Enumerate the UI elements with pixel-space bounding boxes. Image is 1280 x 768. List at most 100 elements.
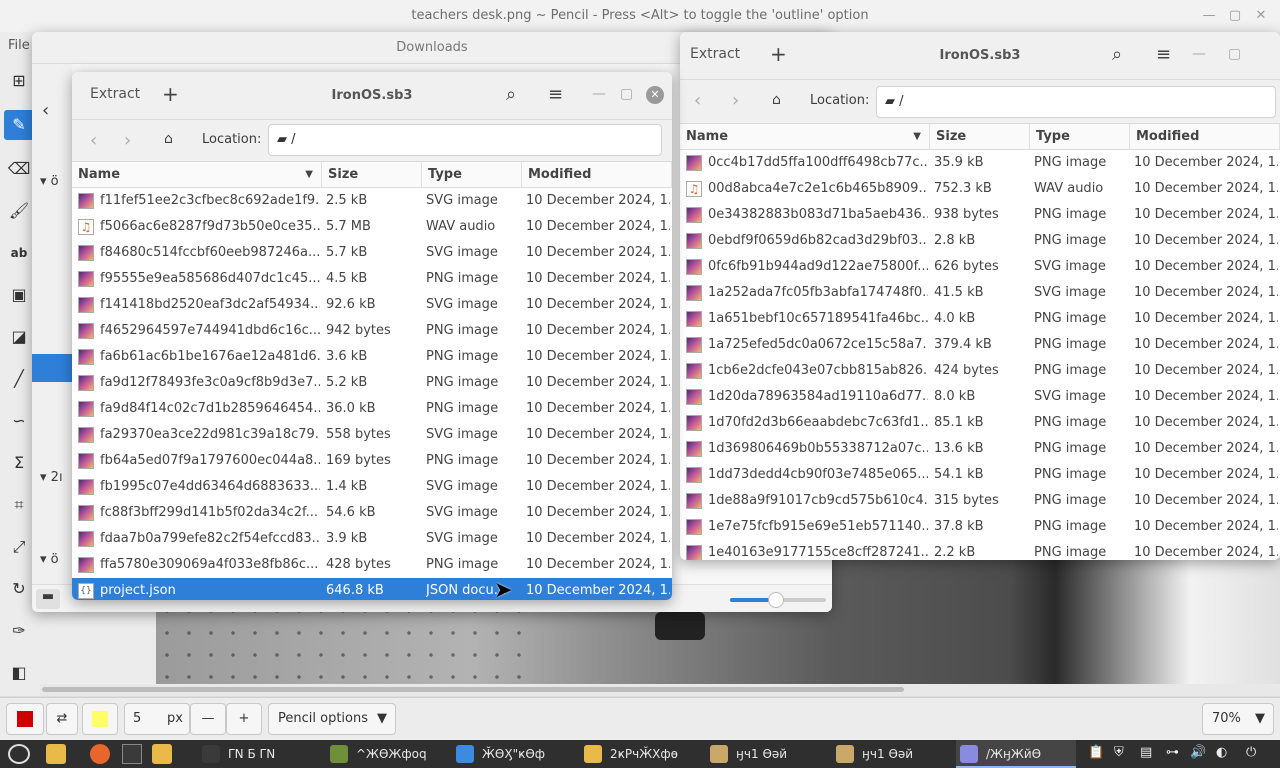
scrollbar-thumb[interactable] <box>42 687 904 692</box>
table-row[interactable]: 1d369806469b0b55338712a07c... 13.6 kB PNG … <box>680 436 1280 462</box>
firefox-launcher-icon[interactable] <box>90 744 110 764</box>
close-icon[interactable]: ✕ <box>1248 0 1274 32</box>
shield-icon[interactable]: ⛨ <box>1114 745 1124 760</box>
maximize-icon[interactable]: ▢ <box>620 86 633 102</box>
column-size[interactable]: Size <box>930 124 1030 150</box>
table-row[interactable]: fc88f3bff299d141b5f02da34c2f... 54.6 kB SV… <box>72 500 672 526</box>
table-row[interactable]: 1a725efed5dc0a0672ce15c58a7... 379.4 kB PN… <box>680 332 1280 358</box>
notification-icon[interactable]: ◐ <box>1216 745 1227 760</box>
zoom-slider[interactable] <box>730 592 826 608</box>
table-row[interactable]: 0fc6fb91b944ad9d122ae75800f... 626 bytes S… <box>680 254 1280 280</box>
table-row[interactable]: fa9d84f14c02c7d1b2859646454... 36.0 kB PNG… <box>72 396 672 422</box>
folder-view-icon[interactable]: ▬ <box>36 589 60 609</box>
taskbar-window-button[interactable]: ^ЖӨЖфoq <box>326 740 444 768</box>
terminal-launcher-icon[interactable] <box>122 744 142 764</box>
sidebar-group-2[interactable]: ▾ 2ı <box>40 470 63 485</box>
network-icon[interactable]: ⊶ <box>1166 745 1179 760</box>
table-row[interactable]: f141418bd2520eaf3dc2af54934... 92.6 kB SVG… <box>72 292 672 318</box>
rotate-tool-icon[interactable]: ↻ <box>4 574 34 604</box>
start-menu-icon[interactable] <box>8 744 30 764</box>
volume-icon[interactable]: 🔊 <box>1190 745 1206 760</box>
maximize-icon[interactable]: ▢ <box>1228 46 1241 62</box>
column-type[interactable]: Type <box>422 162 522 188</box>
minimize-icon[interactable]: — <box>1196 0 1222 32</box>
table-row[interactable]: fa9d12f78493fe3c0a9cf8b9d3e7... 5.2 kB PNG… <box>72 370 672 396</box>
table-row[interactable]: fb1995c07e4dd63464d6883633... 1.4 kB SVG i… <box>72 474 672 500</box>
secondary-color-button[interactable] <box>82 703 118 735</box>
minimize-icon[interactable]: — <box>1192 46 1206 62</box>
files-launcher-icon[interactable] <box>46 744 66 764</box>
zoom-slider-knob[interactable] <box>768 592 784 608</box>
horizontal-scrollbar[interactable] <box>40 684 1280 696</box>
table-row[interactable]: 0cc4b17dd5ffa100dff6498cb77c... 35.9 kB PN… <box>680 150 1280 176</box>
close-icon[interactable]: ✕ <box>646 86 664 104</box>
forward-icon[interactable]: › <box>732 90 739 111</box>
maximize-icon[interactable]: ▢ <box>1222 0 1248 32</box>
table-row[interactable]: f4652964597e744941dbd6c16c... 942 bytes PN… <box>72 318 672 344</box>
sidebar-group-3[interactable]: ▾ ö <box>40 552 59 567</box>
table-row[interactable]: ♫ f5066ac6e8287f9d73b50e0ce35... 5.7 MB WAV… <box>72 214 672 240</box>
column-name[interactable]: Name ▼ <box>72 162 322 188</box>
filters-tool-icon[interactable]: ◧ <box>4 658 34 688</box>
table-row[interactable]: 1a252ada7fc05fb3abfa174748f0... 41.5 kB SV… <box>680 280 1280 306</box>
menu-icon[interactable]: ≡ <box>548 84 563 105</box>
table-row[interactable]: fa29370ea3ce22d981c39a18c79... 558 bytes S… <box>72 422 672 448</box>
column-modified[interactable]: Modified <box>1130 124 1280 150</box>
table-row[interactable]: f95555e9ea585686d407dc1c45... 4.5 kB PNG i… <box>72 266 672 292</box>
sidebar-item-downloads[interactable] <box>32 354 72 382</box>
taskbar-window-button[interactable]: ΓΝ Б ΓΝ <box>198 740 316 768</box>
table-row[interactable]: 1dd73dedd4cb90f03e7485e065... 54.1 kB PNG … <box>680 462 1280 488</box>
column-type[interactable]: Type <box>1030 124 1130 150</box>
table-row[interactable]: 0e34382883b083d71ba5aeb436... 938 bytes PN… <box>680 202 1280 228</box>
location-input[interactable]: ▰ / <box>876 86 1276 118</box>
column-modified[interactable]: Modified <box>522 162 672 188</box>
home-icon[interactable]: ⌂ <box>772 92 781 108</box>
minimize-icon[interactable]: — <box>592 86 606 102</box>
line-tool-icon[interactable]: ╱ <box>4 364 34 394</box>
table-row[interactable]: ffa5780e309069a4f033e8fb86c... 428 bytes P… <box>72 552 672 578</box>
brush-tool-icon[interactable]: 🖌 <box>4 196 34 226</box>
back-icon[interactable]: ‹ <box>694 90 701 111</box>
column-size[interactable]: Size <box>322 162 422 188</box>
brush-size-field[interactable]: 5 px <box>124 703 190 735</box>
back-icon[interactable]: ‹ <box>42 100 49 121</box>
table-row[interactable]: 1cb6e2dcfe043e07cbb815ab826... 424 bytes P… <box>680 358 1280 384</box>
document-icon[interactable]: ▤ <box>1140 745 1152 760</box>
table-row[interactable]: f11fef51ee2c3cfbec8c692ade1f9... 2.5 kB SV… <box>72 188 672 214</box>
search-icon[interactable]: ⌕ <box>1112 44 1122 65</box>
new-image-icon[interactable]: ⊞ <box>4 66 34 96</box>
eraser-tool-icon[interactable]: ⌫ <box>4 154 34 184</box>
taskbar-window-button[interactable]: ӁӨӼ"ҝӨф <box>452 740 570 768</box>
table-row[interactable]: fdaa7b0a799efe82c2f54efccd83... 3.9 kB SVG… <box>72 526 672 552</box>
zoom-dropdown[interactable]: 70% ▼ <box>1202 703 1274 735</box>
table-row[interactable]: f84680c514fccbf60eeb987246a... 5.7 kB SVG … <box>72 240 672 266</box>
table-row[interactable]: fb64a5ed07f9a1797600ec044a8... 169 bytes P… <box>72 448 672 474</box>
primary-color-button[interactable] <box>6 703 44 735</box>
sidebar-group-1[interactable]: ▾ ö <box>40 174 59 189</box>
home-icon[interactable]: ⌂ <box>164 131 173 147</box>
location-input[interactable]: ▰ / <box>268 124 662 156</box>
folder-launcher-icon[interactable] <box>152 744 172 764</box>
shape-tool-icon[interactable]: ◪ <box>4 322 34 352</box>
taskbar-window-button[interactable]: ӈч1 Ѳəй <box>832 740 950 768</box>
search-icon[interactable]: ⌕ <box>506 84 516 105</box>
column-name[interactable]: Name ▼ <box>680 124 930 150</box>
rectangle-tool-icon[interactable]: ▣ <box>4 280 34 310</box>
lasso-tool-icon[interactable]: Σ <box>4 448 34 478</box>
table-row[interactable]: 1d70fd2d3b66eaabdebc7c63fd1... 85.1 kB PNG… <box>680 410 1280 436</box>
menu-file[interactable]: File <box>8 38 30 53</box>
table-row[interactable]: 1a651bebf10c657189541fa46bc... 4.0 kB PNG … <box>680 306 1280 332</box>
text-tool-icon[interactable]: ab <box>4 238 34 268</box>
table-row[interactable]: 1d20da78963584ad19110a6d77... 8.0 kB SVG i… <box>680 384 1280 410</box>
taskbar-window-button[interactable]: /ЖӈЖйӨ <box>956 740 1076 768</box>
clipboard-icon[interactable]: 📋 <box>1088 745 1104 760</box>
taskbar-window-button[interactable]: 2ҝPчӁХфө <box>580 740 698 768</box>
table-row[interactable]: 1de88a9f91017cb9cd575b610c4... 315 bytes P… <box>680 488 1280 514</box>
tool-options-dropdown[interactable]: Pencil options ▼ <box>268 703 396 735</box>
swap-colors-icon[interactable]: ⇄ <box>46 703 78 735</box>
size-decrease-button[interactable]: — <box>190 703 226 735</box>
crop-tool-icon[interactable]: ⌗ <box>4 490 34 520</box>
picker-tool-icon[interactable]: ✑ <box>4 616 34 646</box>
table-row[interactable]: {} project.json 646.8 kB JSON docu... 10 Dec… <box>72 578 672 600</box>
menu-icon[interactable]: ≡ <box>1156 44 1171 65</box>
